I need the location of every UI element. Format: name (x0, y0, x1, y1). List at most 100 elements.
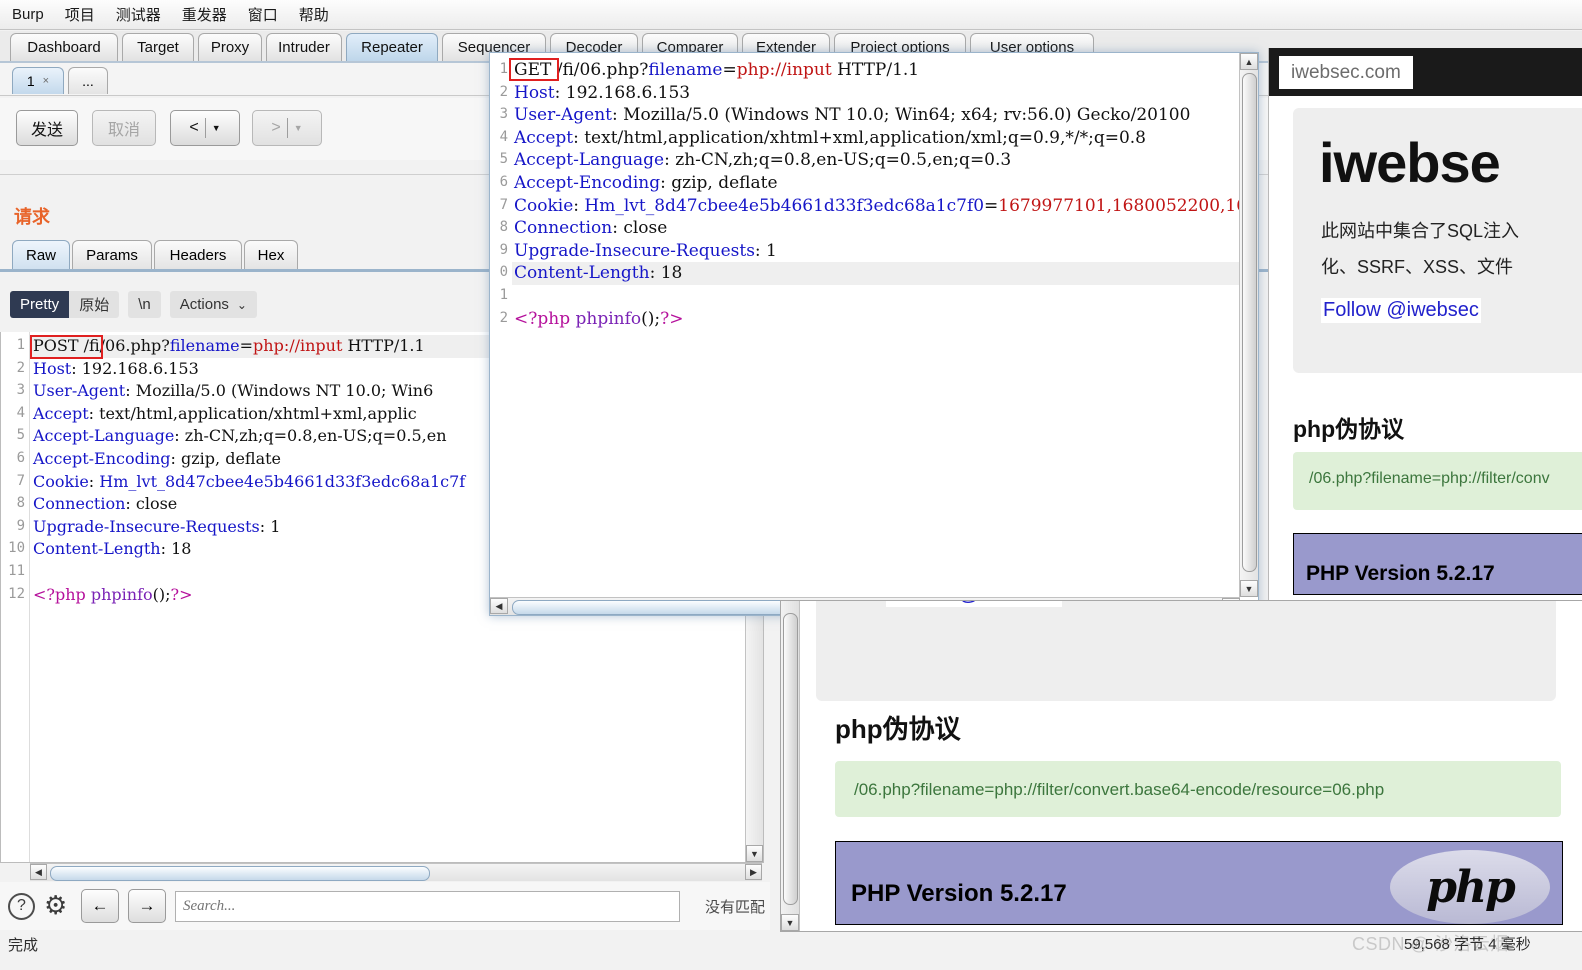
tab-params[interactable]: Params (72, 240, 152, 270)
actions-button[interactable]: Actions ⌄ (169, 291, 257, 318)
chevron-down-icon: ⌄ (236, 297, 247, 312)
code-token: : 18 (649, 263, 683, 284)
popup-code-area[interactable]: GET /fi/06.php?filename=php://input HTTP… (512, 53, 1240, 597)
code-line[interactable]: Accept-Encoding: gzip, deflate (33, 448, 281, 471)
code-token: phpinfo (90, 584, 153, 604)
menu-item-window[interactable]: 窗口 (246, 2, 280, 27)
repeater-tab-1[interactable]: 1 × (12, 67, 64, 94)
gear-icon[interactable]: ⚙ (44, 892, 72, 920)
code-token: <?php (33, 584, 86, 604)
browser-site-title[interactable]: iwebsec.com (1279, 56, 1413, 89)
forward-arrow-icon: > (271, 119, 281, 136)
code-line[interactable]: Upgrade-Insecure-Requests: 1 (33, 516, 280, 539)
search-next-button[interactable]: → (128, 889, 166, 923)
scroll-up-arrow-icon[interactable]: ▲ (1240, 53, 1258, 70)
scroll-thumb[interactable] (50, 866, 430, 881)
tab-repeater[interactable]: Repeater (346, 33, 438, 61)
code-line[interactable]: <?php phpinfo();?> (514, 308, 683, 331)
search-bar: ? ⚙ ← → 没有匹配 (0, 882, 770, 930)
line-number: 4 (16, 404, 25, 421)
scroll-thumb[interactable] (1242, 73, 1257, 572)
cancel-button[interactable]: 取消 (92, 110, 156, 146)
menu-item-repeater[interactable]: 重发器 (180, 2, 229, 27)
site-heading: iwebse (1319, 131, 1501, 194)
code-line[interactable]: Accept: text/html,application/xhtml+xml,… (33, 403, 417, 426)
code-token: : close (612, 218, 668, 239)
code-token: php://input (736, 60, 832, 80)
right-browser-panel[interactable]: iwebsec.com iwebse 此网站中集合了SQL注入 化、SSRF、X… (1268, 48, 1582, 618)
popup-vertical-scrollbar[interactable]: ▲ ▼ (1239, 53, 1258, 597)
tab-proxy[interactable]: Proxy (198, 33, 262, 61)
code-line[interactable]: Cookie: Hm_lvt_8d47cbee4e5b4661d33f3edc6… (514, 195, 1240, 218)
bottom-browser-vertical-scrollbar[interactable]: ▼ (781, 601, 800, 931)
scroll-down-arrow-icon[interactable]: ▼ (746, 845, 763, 862)
scroll-right-arrow-icon[interactable]: ▶ (745, 864, 762, 880)
follow-link[interactable]: Follow @iwebsec (1321, 298, 1481, 323)
code-line[interactable]: Host: 192.168.6.153 (514, 82, 690, 105)
newline-button[interactable]: \n (128, 291, 161, 318)
popup-method-highlight-box (509, 58, 559, 81)
forward-button[interactable]: > ▼ (252, 110, 322, 146)
tab-intruder[interactable]: Intruder (266, 33, 342, 61)
code-line[interactable]: User-Agent: Mozilla/5.0 (Windows NT 10.0… (33, 380, 433, 403)
code-line[interactable]: Content-Length: 18 (33, 538, 191, 561)
code-token: : (573, 195, 585, 216)
tab-dashboard[interactable]: Dashboard (10, 33, 118, 61)
help-icon[interactable]: ? (8, 892, 35, 920)
search-no-match-label: 没有匹配 (705, 898, 766, 916)
line-number: 9 (499, 241, 508, 258)
line-number: 11 (8, 563, 25, 579)
code-token: : close (125, 494, 178, 514)
send-button[interactable]: 发送 (16, 110, 78, 146)
code-line[interactable]: Accept-Encoding: gzip, deflate (514, 172, 778, 195)
menu-item-burp[interactable]: Burp (10, 4, 46, 25)
code-line[interactable]: Host: 192.168.6.153 (33, 358, 199, 381)
scroll-down-arrow-icon[interactable]: ▼ (1240, 580, 1258, 597)
code-line[interactable]: Accept-Language: zh-CN,zh;q=0.8,en-US;q=… (514, 149, 1011, 172)
tab-hex[interactable]: Hex (244, 240, 298, 270)
code-line[interactable]: Content-Length: 18 (512, 262, 1240, 285)
follow-link[interactable]: Follow @iwebsec (886, 601, 1062, 607)
scroll-left-arrow-icon[interactable]: ◀ (490, 598, 508, 614)
code-line[interactable]: Accept: text/html,application/xhtml+xml,… (514, 127, 1146, 150)
repeater-popup-window[interactable]: 1 2 3 4 5 6 7 8 9 0 1 2 GET /fi/06.php?filename=php… (489, 52, 1259, 616)
menu-item-help[interactable]: 帮助 (297, 2, 331, 27)
close-icon[interactable]: × (43, 75, 49, 87)
tab-headers[interactable]: Headers (154, 240, 242, 270)
code-line[interactable]: Upgrade-Insecure-Requests: 1 (514, 240, 777, 263)
code-line[interactable]: User-Agent: Mozilla/5.0 (Windows NT 10.0… (514, 104, 1190, 127)
search-prev-button[interactable]: ← (81, 889, 119, 923)
request-editor-horizontal-scrollbar[interactable]: ◀ ▶ (30, 863, 762, 881)
code-line[interactable]: <?php phpinfo();?> (33, 584, 193, 607)
line-number: 12 (8, 585, 25, 602)
scroll-thumb[interactable] (783, 613, 798, 905)
menu-item-project[interactable]: 项目 (63, 2, 97, 27)
scroll-left-arrow-icon[interactable]: ◀ (30, 864, 47, 880)
code-line[interactable]: Connection: close (33, 493, 177, 516)
menu-item-intruder[interactable]: 测试器 (114, 2, 163, 27)
scroll-down-arrow-icon[interactable]: ▼ (781, 914, 799, 931)
message-editor-toolbar: Pretty 原始 \n Actions ⌄ (10, 291, 257, 318)
code-line[interactable]: GET /fi/06.php?filename=php://input HTTP… (514, 59, 919, 82)
code-token: = (722, 60, 737, 80)
code-line[interactable]: Cookie: Hm_lvt_8d47cbee4e5b4661d33f3edc6… (33, 471, 465, 494)
bottom-browser-page: Follow @iwebsec php伪协议 /06.php?filename=… (800, 601, 1582, 931)
tab-raw[interactable]: Raw (12, 240, 70, 270)
search-input[interactable] (175, 890, 680, 922)
repeater-tab-add[interactable]: ... (68, 67, 108, 94)
code-token: Cookie (33, 471, 89, 491)
pretty-raw-toggle[interactable]: Pretty 原始 (10, 291, 120, 318)
back-button[interactable]: < ▼ (170, 110, 240, 146)
code-token: Accept-Language (33, 426, 175, 446)
line-number: 4 (499, 128, 508, 145)
line-number: 1 (499, 61, 508, 77)
tab-target[interactable]: Target (122, 33, 194, 61)
popup-line-number-gutter: 1 2 3 4 5 6 7 8 9 0 1 2 (490, 53, 512, 615)
pretty-button[interactable]: Pretty (10, 291, 70, 318)
raw-button[interactable]: 原始 (69, 291, 120, 318)
code-line[interactable]: Connection: close (514, 217, 667, 240)
code-token: Content-Length (514, 263, 650, 284)
code-line[interactable]: Accept-Language: zh-CN,zh;q=0.8,en-US;q=… (33, 425, 447, 448)
bottom-browser-window[interactable]: ▼ Follow @iwebsec php伪协议 /06.php?filenam… (780, 600, 1582, 932)
code-token: php://input (253, 336, 343, 355)
